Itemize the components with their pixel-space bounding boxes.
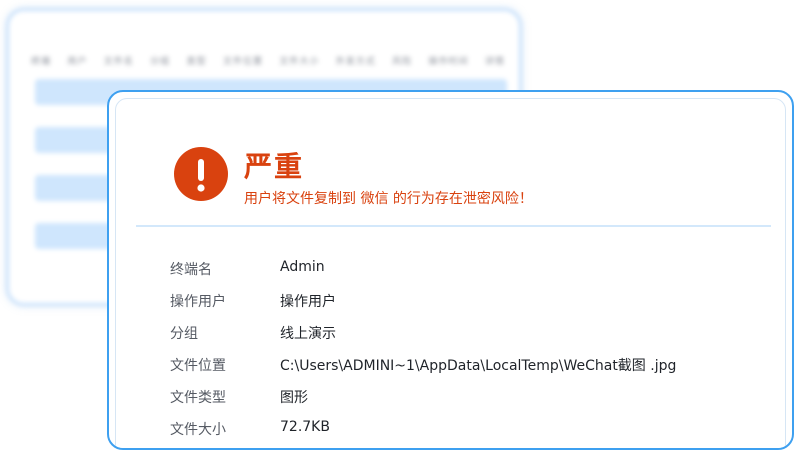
risk-description: 用户将文件复制到 微信 的行为存在泄密风险！ <box>244 191 533 207</box>
detail-value: C:\Users\ADMINI~1\AppData\LocalTemp\WeCh… <box>280 358 677 374</box>
column-header: 操作时间 <box>428 55 469 66</box>
column-header: 风险 <box>392 55 413 66</box>
detail-row-group: 分组 线上演示 <box>170 323 676 355</box>
detail-value: 图形 <box>280 390 308 406</box>
column-header: 终端 <box>31 55 52 66</box>
detail-key: 文件类型 <box>170 390 226 406</box>
divider <box>136 225 771 227</box>
detail-row-user: 操作用户 操作用户 <box>170 291 676 323</box>
detail-key: 文件大小 <box>170 422 226 438</box>
exclamation-icon <box>174 147 228 201</box>
detail-key: 操作用户 <box>170 294 226 310</box>
detail-list: 终端名 Admin 操作用户 操作用户 分组 线上演示 文件位置 C:\User… <box>170 259 676 448</box>
column-header: 分组 <box>150 55 171 66</box>
column-header: 文件位置 <box>222 55 263 66</box>
risk-alert-inner: 严重 用户将文件复制到 微信 的行为存在泄密风险！ 终端名 Admin 操作用户… <box>115 98 786 448</box>
column-header: 外发方式 <box>335 55 376 66</box>
detail-value: Admin <box>280 259 325 275</box>
risk-alert-card: 严重 用户将文件复制到 微信 的行为存在泄密风险！ 终端名 Admin 操作用户… <box>107 90 794 450</box>
column-header: 用户 <box>67 55 88 66</box>
background-table-header: 终端 用户 文件名 分组 类型 文件位置 文件大小 外发方式 风险 操作时间 详… <box>31 51 505 69</box>
column-header: 文件名 <box>103 55 134 66</box>
column-header: 类型 <box>186 55 207 66</box>
column-header: 详情 <box>484 55 505 66</box>
detail-value: 72.7KB <box>280 419 330 435</box>
detail-key: 文件位置 <box>170 358 226 374</box>
detail-key: 终端名 <box>170 262 212 278</box>
detail-value: 操作用户 <box>280 294 336 310</box>
detail-row-terminal: 终端名 Admin <box>170 259 676 291</box>
detail-row-file-location: 文件位置 C:\Users\ADMINI~1\AppData\LocalTemp… <box>170 355 676 387</box>
column-header: 文件大小 <box>279 55 320 66</box>
detail-row-file-type: 文件类型 图形 <box>170 387 676 419</box>
detail-key: 分组 <box>170 326 198 342</box>
detail-value: 线上演示 <box>280 326 336 342</box>
risk-level-title: 严重 <box>244 150 305 183</box>
detail-row-file-size: 文件大小 72.7KB <box>170 419 676 448</box>
